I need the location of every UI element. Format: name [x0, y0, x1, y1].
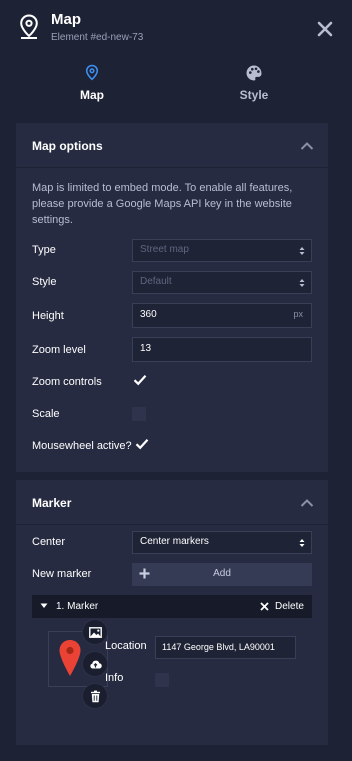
height-input[interactable]: 360 px [132, 303, 312, 328]
zoom-level-value: 13 [140, 343, 152, 354]
zoom-level-input[interactable]: 13 [132, 337, 312, 362]
tab-style[interactable]: Style [194, 60, 314, 112]
map-options-title: Map options [32, 139, 103, 153]
image-icon [89, 627, 102, 638]
select-arrows-icon [299, 247, 305, 255]
mousewheel-checkbox[interactable] [135, 438, 149, 450]
new-marker-label: New marker [32, 568, 92, 580]
style-select[interactable]: Default [132, 271, 312, 294]
editor-header: Map Element #ed-new-73 [0, 0, 352, 58]
type-label: Type [32, 244, 56, 256]
zoom-controls-label: Zoom controls [32, 376, 102, 388]
info-label: Info [105, 672, 124, 684]
mousewheel-label: Mousewheel active? [32, 440, 132, 452]
map-options-header[interactable]: Map options [16, 123, 328, 167]
marker-title: Marker [32, 496, 72, 510]
delete-marker-button[interactable]: Delete [275, 601, 304, 612]
cloud-upload-icon [90, 660, 102, 669]
map-pin-icon [85, 64, 99, 81]
center-label: Center [32, 536, 66, 548]
chevron-up-icon[interactable] [300, 141, 314, 151]
style-label: Style [32, 276, 57, 288]
zoom-level-label: Zoom level [32, 344, 86, 356]
info-checkbox[interactable] [155, 673, 169, 687]
marker-item-header[interactable]: 1. Marker Delete [32, 595, 312, 618]
scale-label: Scale [32, 408, 60, 420]
close-icon[interactable] [316, 20, 334, 38]
height-unit: px [293, 309, 303, 319]
height-input-value: 360 [140, 309, 157, 320]
tab-map[interactable]: Map [32, 60, 152, 112]
location-label: Location [105, 640, 147, 652]
zoom-controls-checkbox[interactable] [133, 374, 147, 386]
marker-item-name: 1. Marker [56, 601, 99, 612]
location-input[interactable]: 1147 George Blvd, LA90001 [155, 636, 296, 659]
panel-title: Map [51, 11, 81, 28]
type-select-value: Street map [140, 244, 189, 255]
tab-map-label: Map [80, 88, 104, 102]
api-key-notice: Map is limited to embed mode. To enable … [32, 182, 293, 226]
delete-x-icon[interactable] [260, 602, 269, 611]
height-label: Height [32, 310, 64, 322]
element-id-label: Element #ed-new-73 [51, 32, 144, 43]
marker-pin-icon [59, 640, 81, 676]
caret-down-icon [40, 603, 48, 608]
divider [16, 167, 328, 168]
map-options-panel: Map options Map is limited to embed mode… [16, 123, 328, 472]
trash-icon [91, 690, 100, 703]
trash-button[interactable] [82, 683, 108, 709]
center-select[interactable]: Center markers [132, 531, 312, 554]
center-select-value: Center markers [140, 536, 209, 547]
tab-style-label: Style [239, 88, 269, 102]
scale-checkbox[interactable] [132, 407, 146, 421]
divider [16, 524, 328, 525]
select-arrows-icon [299, 539, 305, 547]
type-select[interactable]: Street map [132, 239, 312, 262]
chevron-up-icon[interactable] [300, 498, 314, 508]
marker-header[interactable]: Marker [16, 480, 328, 524]
style-select-value: Default [140, 276, 172, 287]
select-arrows-icon [299, 279, 305, 287]
add-marker-button[interactable]: Add [132, 563, 312, 586]
marker-panel: Marker Center Center markers New marker … [16, 480, 328, 745]
add-marker-label: Add [213, 568, 231, 579]
map-pin-icon [20, 14, 38, 39]
tab-bar: Map Style [0, 60, 352, 116]
palette-icon [246, 65, 262, 81]
